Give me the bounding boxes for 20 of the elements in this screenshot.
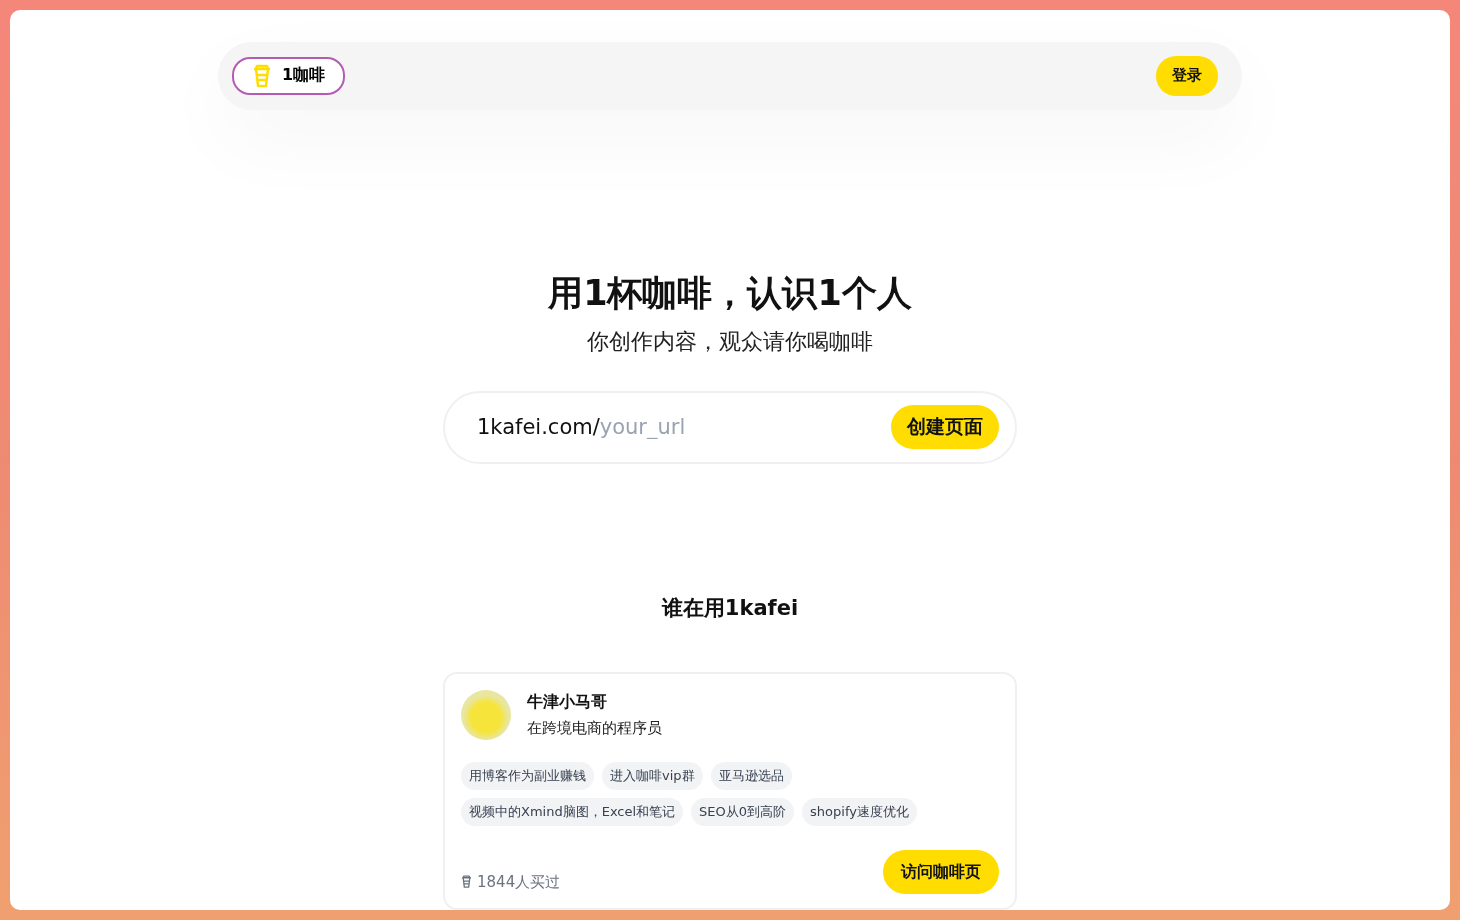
logo-link[interactable]: 1咖啡 bbox=[232, 56, 346, 95]
avatar bbox=[461, 690, 511, 740]
section-heading: 谁在用1kafei bbox=[661, 595, 799, 622]
tag: shopify速度优化 bbox=[802, 798, 917, 826]
login-button[interactable]: 登录 bbox=[1156, 55, 1218, 96]
tag: 进入咖啡vip群 bbox=[602, 762, 703, 790]
cup-icon bbox=[461, 875, 472, 889]
creator-bio: 在跨境电商的程序员 bbox=[527, 719, 662, 738]
tag: 亚马逊选品 bbox=[710, 762, 792, 790]
visit-page-button[interactable]: 访问咖啡页 bbox=[883, 850, 999, 894]
tag: 用博客作为副业赚钱 bbox=[461, 762, 594, 790]
url-field[interactable]: 1kafei.com/your_url 创建页面 bbox=[443, 390, 1017, 464]
buyers-count: 1844人买过 bbox=[477, 872, 561, 892]
tag: SEO从0到高阶 bbox=[691, 798, 795, 826]
tag: 视频中的Xmind脑图，Excel和笔记 bbox=[461, 798, 684, 826]
creator-name: 牛津小马哥 bbox=[527, 692, 608, 713]
create-page-button[interactable]: 创建页面 bbox=[891, 405, 999, 450]
hero-subtitle: 你创作内容，观众请你喝咖啡 bbox=[587, 327, 873, 356]
hero-title: 用1杯咖啡，认识1个人 bbox=[548, 271, 912, 315]
cup-icon bbox=[252, 63, 272, 88]
